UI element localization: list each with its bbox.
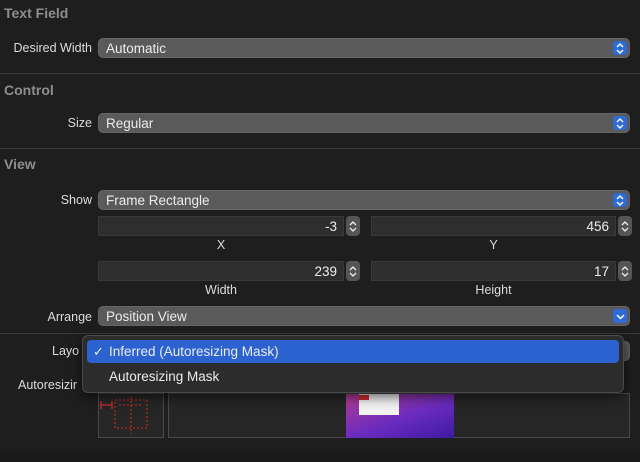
section-divider (0, 73, 640, 74)
bottom-strip (0, 452, 640, 462)
menu-item-label: Inferred (Autoresizing Mask) (109, 344, 279, 359)
width-field[interactable]: 239 (98, 261, 344, 281)
arrange-label: Arrange (47, 310, 92, 324)
desired-width-label: Desired Width (13, 41, 93, 55)
y-stepper-icon[interactable] (618, 216, 632, 236)
control-section-title: Control (4, 82, 54, 98)
y-field[interactable]: 456 (371, 216, 616, 236)
preview-view-marker (359, 395, 369, 400)
autoresizing-springs-icon (100, 397, 148, 434)
up-down-chevron-icon (613, 116, 627, 130)
size-value: Regular (106, 116, 154, 131)
desired-width-value: Automatic (106, 41, 167, 56)
height-stepper-icon[interactable] (618, 261, 632, 281)
x-stepper-icon[interactable] (346, 216, 360, 236)
size-label: Size (67, 116, 92, 130)
arrange-value: Position View (106, 309, 187, 324)
y-label: Y (489, 238, 498, 252)
show-label: Show (60, 193, 92, 207)
menu-item-label: Autoresizing Mask (109, 369, 220, 384)
height-label: Height (475, 283, 512, 297)
desired-width-popup[interactable]: Automatic (98, 38, 630, 58)
arrange-popup[interactable]: Position View (98, 306, 630, 326)
x-field[interactable]: -3 (98, 216, 344, 236)
width-label: Width (205, 283, 237, 297)
width-stepper-icon[interactable] (346, 261, 360, 281)
x-label: X (216, 238, 226, 252)
text-field-section-title: Text Field (4, 5, 69, 21)
section-divider (0, 148, 640, 149)
chevron-down-icon (613, 309, 627, 323)
up-down-chevron-icon (613, 41, 627, 55)
layout-label: Layo (52, 344, 80, 358)
section-divider (0, 333, 640, 334)
show-value: Frame Rectangle (106, 193, 210, 208)
up-down-chevron-icon (613, 193, 627, 207)
autoresizing-mask-widget[interactable] (98, 393, 164, 438)
show-popup[interactable]: Frame Rectangle (98, 190, 630, 210)
checkmark-icon: ✓ (93, 344, 104, 359)
menu-item-inferred[interactable]: ✓ Inferred (Autoresizing Mask) (87, 340, 619, 363)
size-popup[interactable]: Regular (98, 113, 630, 133)
menu-item-autoresizing-mask[interactable]: Autoresizing Mask (87, 365, 619, 388)
height-field[interactable]: 17 (371, 261, 616, 281)
autoresizing-preview (168, 393, 630, 438)
view-section-title: View (4, 156, 36, 172)
layout-dropdown-menu[interactable]: ✓ Inferred (Autoresizing Mask) Autoresiz… (82, 335, 624, 393)
